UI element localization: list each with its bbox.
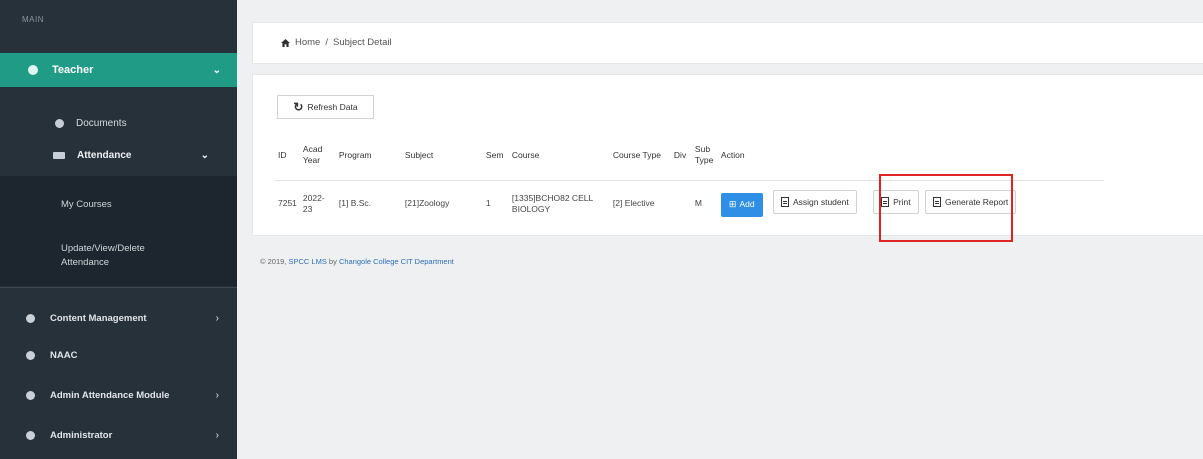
col-sub-type: Sub Type	[691, 130, 718, 181]
sidebar-item-label: Admin Attendance Module	[50, 389, 170, 401]
breadcrumb: Home / Subject Detail	[281, 37, 392, 48]
cell-program: [1] B.Sc.	[338, 198, 372, 208]
home-icon	[281, 38, 290, 47]
assign-label: Assign student	[792, 196, 849, 207]
cell-course: [1335]BCHO82 CELL BIOLOGY	[511, 192, 593, 214]
refresh-icon: ↻	[293, 100, 304, 114]
add-button[interactable]: ⊞ Add	[720, 192, 763, 217]
sidebar: MAIN Teacher ⌄ Documents Attendance ⌄ My…	[0, 0, 237, 459]
cell-subject: [21]Zoology	[404, 198, 450, 208]
sidebar-item-update-attendance[interactable]: Update/View/Delete Attendance	[61, 242, 181, 270]
refresh-label: Refresh Data	[307, 102, 358, 112]
chevron-down-icon: ⌄	[212, 64, 221, 76]
attendance-icon	[53, 151, 65, 159]
breadcrumb-card: Home / Subject Detail	[252, 22, 1203, 64]
col-course: Course	[508, 130, 610, 181]
assign-student-button[interactable]: Assign student	[772, 190, 857, 215]
teacher-icon	[28, 65, 38, 75]
menu-header: MAIN	[22, 15, 44, 24]
sidebar-item-documents[interactable]: Documents	[0, 111, 237, 135]
col-acad-year: Acad Year	[299, 130, 336, 181]
sidebar-divider	[0, 287, 237, 288]
admin-attendance-icon	[26, 390, 35, 400]
cell-id: 7251	[278, 198, 297, 208]
sidebar-item-my-courses[interactable]: My Courses	[61, 198, 112, 212]
col-id: ID	[275, 130, 300, 181]
add-icon: ⊞	[728, 199, 737, 210]
attendance-submenu: My Courses Update/View/Delete Attendance	[0, 176, 237, 286]
sidebar-item-label: NAAC	[50, 349, 78, 361]
breadcrumb-home[interactable]: Home	[295, 37, 320, 48]
sidebar-item-attendance[interactable]: Attendance ⌄	[0, 143, 237, 167]
chevron-down-icon: ⌄	[200, 149, 209, 161]
sidebar-item-label: Content Management	[50, 312, 147, 324]
sidebar-item-label: Administrator	[50, 429, 113, 441]
highlight-box	[879, 174, 1013, 242]
sidebar-item-teacher[interactable]: Teacher ⌄	[0, 53, 237, 87]
cell-sub-type: M	[694, 198, 703, 208]
document-icon	[780, 197, 789, 208]
sidebar-item-naac[interactable]: NAAC	[0, 340, 237, 370]
sidebar-item-admin-attendance[interactable]: Admin Attendance Module ›	[0, 380, 237, 410]
col-sem: Sem	[482, 130, 509, 181]
add-label: Add	[739, 199, 755, 210]
col-program: Program	[335, 130, 402, 181]
footer-dept-link[interactable]: Changole College CIT Department	[339, 257, 454, 266]
cell-course-type: [2] Elective	[612, 198, 655, 208]
chevron-right-icon: ›	[215, 389, 219, 401]
col-subject: Subject	[401, 130, 483, 181]
col-action: Action	[717, 130, 1104, 181]
cell-div	[671, 181, 692, 227]
breadcrumb-separator: /	[325, 37, 328, 48]
refresh-data-button[interactable]: ↻ Refresh Data	[277, 95, 374, 119]
subject-card: ↻ Refresh Data ID Acad Year Program Subj…	[252, 74, 1203, 236]
sidebar-item-content-management[interactable]: Content Management ›	[0, 303, 237, 333]
col-div: Div	[670, 130, 692, 181]
footer-copyright: © 2019,	[260, 257, 287, 266]
sidebar-item-administrator[interactable]: Administrator ›	[0, 420, 237, 450]
sidebar-item-label: Teacher	[52, 64, 94, 76]
cell-sem: 1	[485, 198, 491, 208]
chevron-right-icon: ›	[215, 429, 219, 441]
main-content: Home / Subject Detail ↻ Refresh Data ID …	[237, 0, 1203, 459]
col-course-type: Course Type	[609, 130, 671, 181]
breadcrumb-current: Subject Detail	[332, 37, 392, 48]
footer: © 2019, SPCC LMS by Changole College CIT…	[260, 257, 454, 266]
content-icon	[26, 313, 35, 323]
footer-by: by	[328, 257, 337, 266]
cell-acad-year: 2022-23	[302, 192, 325, 214]
sidebar-item-label: Documents	[76, 117, 127, 129]
chevron-right-icon: ›	[215, 312, 219, 324]
administrator-icon	[26, 430, 35, 440]
sidebar-item-label: Attendance	[77, 149, 132, 161]
footer-app-link[interactable]: SPCC LMS	[288, 257, 326, 266]
naac-icon	[26, 350, 35, 360]
document-icon	[55, 118, 64, 128]
table-header-row: ID Acad Year Program Subject Sem Course …	[275, 130, 1104, 181]
